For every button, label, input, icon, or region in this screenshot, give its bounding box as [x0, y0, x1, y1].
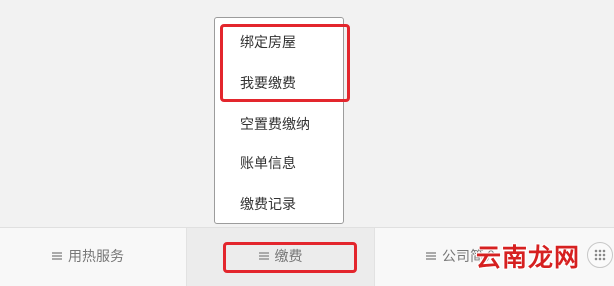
menu-lines-icon: [426, 252, 436, 260]
payment-submenu: 绑定房屋 我要缴费 空置费缴纳 账单信息 缴费记录: [214, 17, 344, 224]
watermark-logo: 云南龙网: [476, 243, 581, 272]
menu-item-bind-house[interactable]: 绑定房屋: [215, 29, 343, 57]
tab-payment[interactable]: 缴费: [186, 228, 375, 286]
tab-label: 缴费: [274, 249, 303, 265]
keypad-button[interactable]: [587, 242, 613, 268]
menu-item-label: 空置费缴纳: [240, 117, 310, 133]
menu-item-label: 缴费记录: [240, 197, 296, 213]
menu-item-bill-info[interactable]: 账单信息: [215, 150, 343, 178]
tab-heating-service[interactable]: 用热服务: [52, 228, 124, 286]
menu-item-pay-fee[interactable]: 我要缴费: [215, 70, 343, 98]
keypad-icon: [594, 249, 606, 261]
tab-label: 用热服务: [68, 249, 124, 265]
menu-item-label: 账单信息: [240, 156, 296, 172]
menu-item-vacancy-fee[interactable]: 空置费缴纳: [215, 111, 343, 139]
menu-item-label: 我要缴费: [240, 76, 296, 92]
menu-item-label: 绑定房屋: [240, 35, 296, 51]
menu-lines-icon: [52, 252, 62, 260]
menu-lines-icon: [258, 252, 269, 260]
menu-item-payment-records[interactable]: 缴费记录: [215, 191, 343, 219]
